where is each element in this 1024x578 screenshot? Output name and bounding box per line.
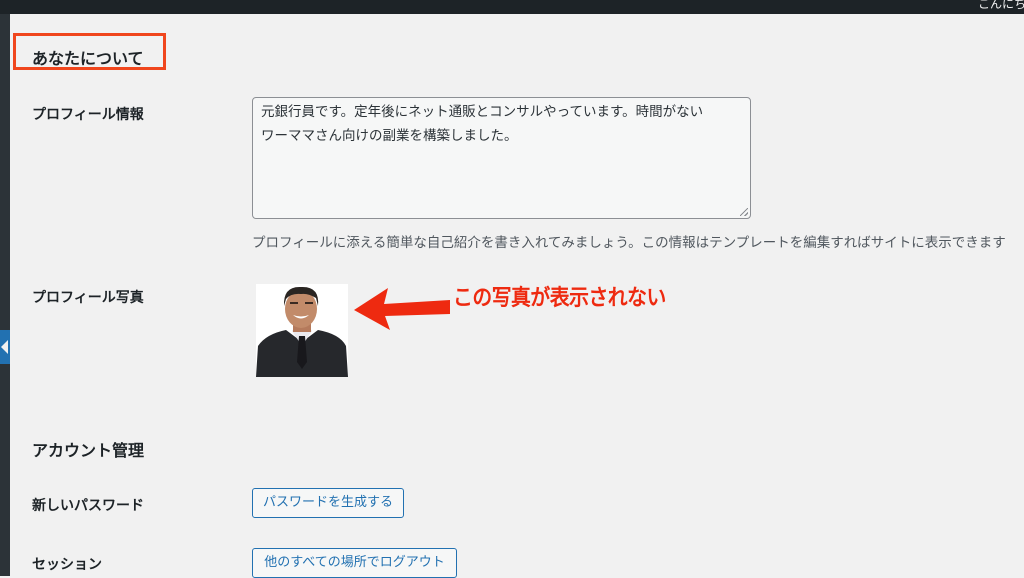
- admin-sidebar: [0, 14, 10, 576]
- profile-photo-label: プロフィール写真: [32, 290, 144, 306]
- admin-bar-greeting[interactable]: こんにち: [978, 0, 1024, 12]
- avatar-photo-icon: [256, 284, 348, 377]
- avatar: [256, 284, 348, 377]
- logout-everywhere-button[interactable]: 他のすべての場所でログアウト: [252, 548, 457, 578]
- admin-bar: こんにち: [0, 0, 1024, 14]
- bio-description: プロフィールに添える簡単な自己紹介を書き入れてみましょう。この情報はテンプレート…: [252, 235, 1006, 251]
- annotation-arrow-icon: [354, 288, 450, 330]
- bio-textarea[interactable]: 元銀行員です。定年後にネット通販とコンサルやっています。時間がない ワーママさん…: [252, 97, 751, 219]
- textarea-resize-handle-icon[interactable]: [740, 208, 748, 216]
- annotation-highlight-box: [13, 33, 166, 70]
- account-section-title: アカウント管理: [32, 441, 145, 460]
- new-password-label: 新しいパスワード: [32, 498, 144, 514]
- annotation-text: この写真が表示されない: [453, 286, 666, 311]
- sessions-label: セッション: [32, 557, 102, 573]
- sidebar-current-menu-arrow-icon: [0, 330, 10, 364]
- generate-password-button[interactable]: パスワードを生成する: [252, 488, 404, 518]
- bio-label: プロフィール情報: [32, 107, 144, 123]
